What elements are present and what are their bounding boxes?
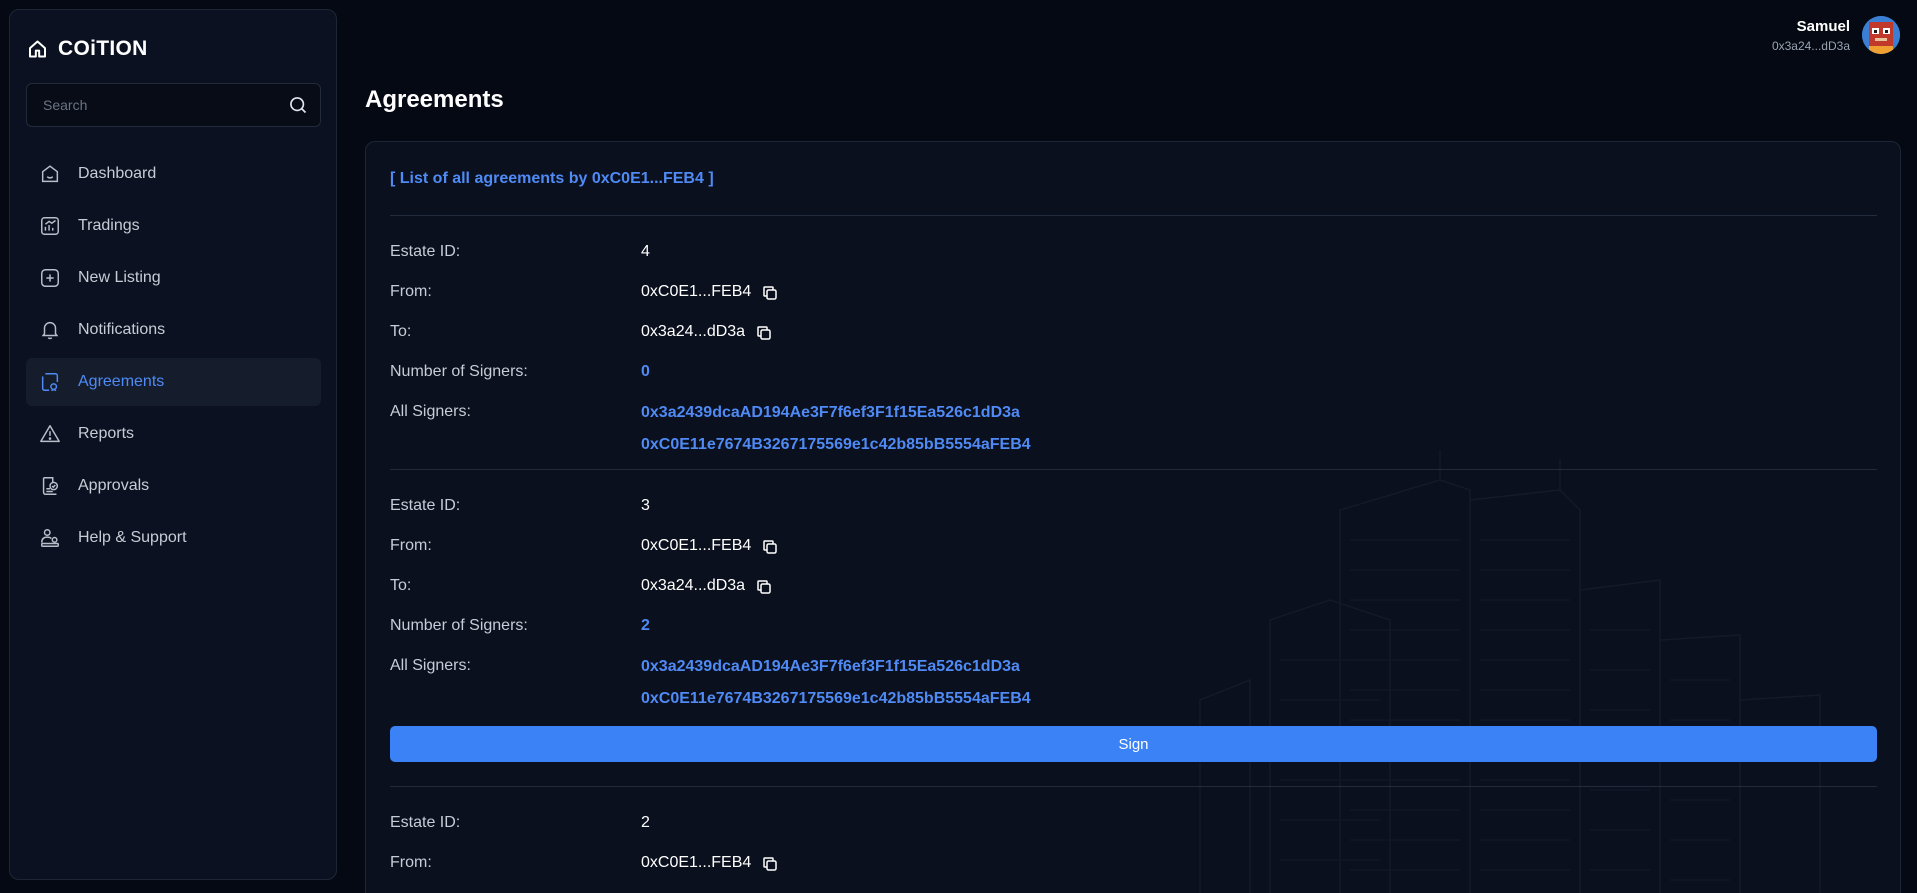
estate-id-value: 4 xyxy=(641,243,650,260)
sidebar-item-new-listing[interactable]: New Listing xyxy=(26,254,321,302)
search-icon[interactable] xyxy=(288,95,308,115)
sidebar-item-label: Agreements xyxy=(78,373,165,390)
agreements-list: [ List of all agreements by 0xC0E1...FEB… xyxy=(390,142,1877,893)
sidebar-item-notifications[interactable]: Notifications xyxy=(26,306,321,354)
num-signers-label: Number of Signers: xyxy=(390,617,528,634)
from-label: From: xyxy=(390,537,432,554)
brand[interactable]: COiTION xyxy=(27,37,148,61)
user-address: 0x3a24...dD3a xyxy=(1771,38,1850,53)
sidebar: COiTION Dashboard Tradings New Listing N… xyxy=(9,9,337,880)
estate-id-label: Estate ID: xyxy=(390,243,461,260)
from-value: 0xC0E1...FEB4 xyxy=(641,854,779,893)
estate-id-row: Estate ID: 2 xyxy=(390,814,1877,854)
brand-name: COiTION xyxy=(58,37,148,60)
estate-id-value: 2 xyxy=(641,814,650,831)
sign-button[interactable]: Sign xyxy=(390,726,1877,762)
signer-address[interactable]: 0xC0E11e7674B3267175569e1c42b85bB5554aFE… xyxy=(641,435,1031,467)
sidebar-item-agreements[interactable]: Agreements xyxy=(26,358,321,406)
from-row: From: 0xC0E1...FEB4 xyxy=(390,537,1877,577)
signer-address[interactable]: 0xC0E11e7674B3267175569e1c42b85bB5554aFE… xyxy=(641,689,1031,721)
from-row: From: 0xC0E1...FEB4 xyxy=(390,283,1877,323)
sidebar-item-help-support[interactable]: Help & Support xyxy=(26,514,321,562)
sidebar-item-approvals[interactable]: Approvals xyxy=(26,462,321,510)
num-signers-row: Number of Signers: 0 xyxy=(390,363,1877,403)
signer-address[interactable]: 0x3a2439dcaAD194Ae3F7f6ef3F1f15Ea526c1dD… xyxy=(641,657,1031,689)
search-box xyxy=(26,83,321,127)
from-address: 0xC0E1...FEB4 xyxy=(641,854,752,871)
all-signers-row: All Signers: 0x3a2439dcaAD194Ae3F7f6ef3F… xyxy=(390,403,1877,467)
from-value: 0xC0E1...FEB4 xyxy=(641,283,779,323)
page-title: Agreements xyxy=(365,86,504,113)
from-label: From: xyxy=(390,283,432,300)
sidebar-item-label: Reports xyxy=(78,425,135,442)
from-row: From: 0xC0E1...FEB4 xyxy=(390,854,1877,893)
estate-id-label: Estate ID: xyxy=(390,814,461,831)
sidebar-item-dashboard[interactable]: Dashboard xyxy=(26,150,321,198)
dashboard-icon xyxy=(41,165,59,183)
estate-id-row: Estate ID: 4 xyxy=(390,243,1877,283)
avatar[interactable] xyxy=(1862,16,1900,54)
agreement-item: Estate ID: 4 From: 0xC0E1...FEB4 To: 0x3… xyxy=(390,216,1877,467)
sidebar-item-reports[interactable]: Reports xyxy=(26,410,321,458)
all-signers-row: All Signers: 0x3a2439dcaAD194Ae3F7f6ef3F… xyxy=(390,657,1877,721)
sidebar-item-tradings[interactable]: Tradings xyxy=(26,202,321,250)
copy-icon[interactable] xyxy=(761,284,779,302)
agreement-item: Estate ID: 3 From: 0xC0E1...FEB4 To: 0x3… xyxy=(390,470,1877,762)
num-signers-value: 2 xyxy=(641,617,650,634)
home-icon xyxy=(29,40,46,58)
to-label: To: xyxy=(390,577,412,594)
sidebar-item-label: Approvals xyxy=(78,477,150,494)
search-input[interactable] xyxy=(27,84,277,126)
num-signers-label: Number of Signers: xyxy=(390,363,528,380)
sidebar-nav: Dashboard Tradings New Listing Notificat… xyxy=(26,150,321,566)
agreement-item: Estate ID: 2 From: 0xC0E1...FEB4 xyxy=(390,787,1877,893)
from-address: 0xC0E1...FEB4 xyxy=(641,283,752,300)
all-signers-label: All Signers: xyxy=(390,657,471,674)
copy-icon[interactable] xyxy=(761,538,779,556)
from-value: 0xC0E1...FEB4 xyxy=(641,537,779,577)
signers-list: 0x3a2439dcaAD194Ae3F7f6ef3F1f15Ea526c1dD… xyxy=(641,657,1031,721)
from-address: 0xC0E1...FEB4 xyxy=(641,537,752,554)
copy-icon[interactable] xyxy=(761,855,779,873)
estate-id-value: 3 xyxy=(641,497,650,514)
to-row: To: 0x3a24...dD3a xyxy=(390,323,1877,363)
signers-list: 0x3a2439dcaAD194Ae3F7f6ef3F1f15Ea526c1dD… xyxy=(641,403,1031,467)
to-value: 0x3a24...dD3a xyxy=(641,577,773,617)
to-value: 0x3a24...dD3a xyxy=(641,323,773,363)
num-signers-value: 0 xyxy=(641,363,650,380)
sidebar-item-label: New Listing xyxy=(78,269,161,286)
to-label: To: xyxy=(390,323,412,340)
sidebar-item-label: Dashboard xyxy=(78,165,157,182)
estate-id-label: Estate ID: xyxy=(390,497,461,514)
sidebar-item-label: Help & Support xyxy=(78,529,187,546)
copy-icon[interactable] xyxy=(755,578,773,596)
sidebar-item-label: Notifications xyxy=(78,321,166,338)
to-row: To: 0x3a24...dD3a xyxy=(390,577,1877,617)
estate-id-row: Estate ID: 3 xyxy=(390,497,1877,537)
agreement-icon xyxy=(41,373,59,392)
bell-icon xyxy=(41,322,59,340)
list-header: [ List of all agreements by 0xC0E1...FEB… xyxy=(390,170,714,187)
sidebar-item-label: Tradings xyxy=(78,217,140,234)
from-label: From: xyxy=(390,854,432,871)
signer-address[interactable]: 0x3a2439dcaAD194Ae3F7f6ef3F1f15Ea526c1dD… xyxy=(641,403,1031,435)
warning-icon xyxy=(40,425,60,443)
tradings-icon xyxy=(41,217,59,235)
agreements-card: [ List of all agreements by 0xC0E1...FEB… xyxy=(365,141,1901,893)
avatar-image xyxy=(1862,16,1900,54)
user-name: Samuel xyxy=(1796,17,1850,35)
to-address: 0x3a24...dD3a xyxy=(641,577,746,594)
plus-square-icon xyxy=(41,269,59,287)
to-address: 0x3a24...dD3a xyxy=(641,323,746,340)
user-info: Samuel 0x3a24...dD3a xyxy=(1772,18,1850,53)
all-signers-label: All Signers: xyxy=(390,403,471,420)
approval-icon xyxy=(42,477,59,495)
copy-icon[interactable] xyxy=(755,324,773,342)
num-signers-row: Number of Signers: 2 xyxy=(390,617,1877,657)
user-profile[interactable]: Samuel 0x3a24...dD3a xyxy=(1772,16,1900,54)
support-icon xyxy=(41,529,59,547)
